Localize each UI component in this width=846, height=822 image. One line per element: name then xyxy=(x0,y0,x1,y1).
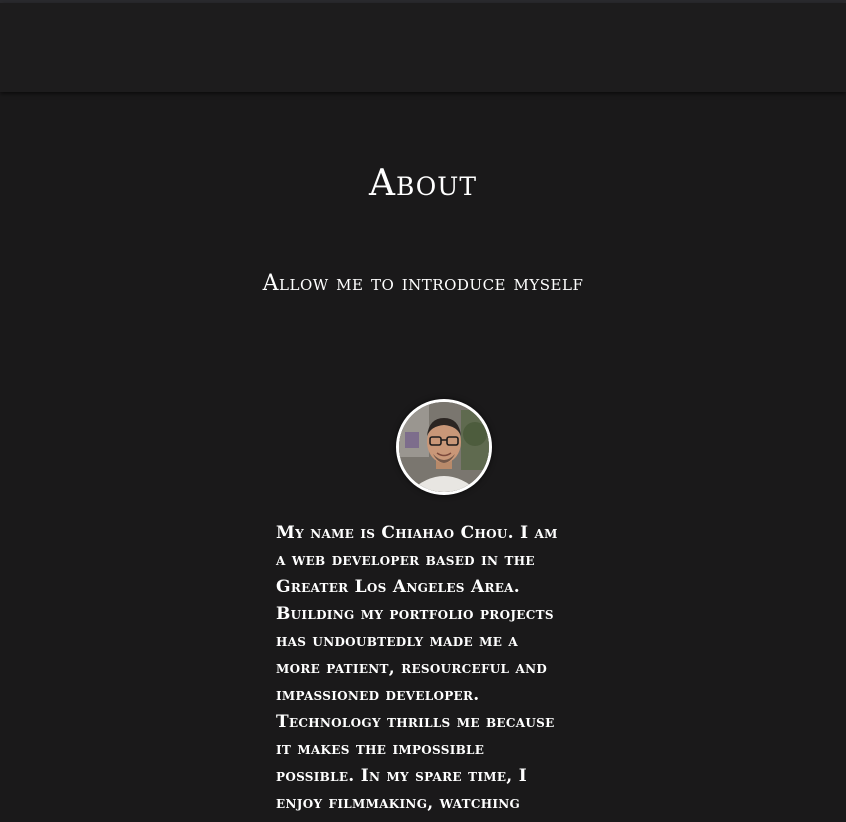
bio-text: My name is Chiahao Chou. I am a web deve… xyxy=(276,520,616,817)
bio-line: Technology thrills me because xyxy=(276,712,555,732)
bio-line: Greater Los Angeles Area. xyxy=(276,577,521,597)
bio-line: a web developer based in the xyxy=(276,550,535,570)
page-subtitle: Allow me to introduce myself xyxy=(262,271,584,296)
bio-line: more patient, resourceful and xyxy=(276,658,548,678)
navbar xyxy=(0,3,846,92)
bio-line: it makes the impossible xyxy=(276,739,485,759)
bio-line: has undoubtedly made me a xyxy=(276,631,518,651)
bio-line: possible. In my spare time, I xyxy=(276,766,527,786)
bio-line: My name is Chiahao Chou. I am xyxy=(276,523,558,543)
bio-line: Building my portfolio projects xyxy=(276,604,554,624)
bio-line: impassioned developer. xyxy=(276,685,480,705)
page-title: About xyxy=(368,163,478,204)
avatar xyxy=(396,399,492,495)
bio-line: enjoy filmmaking, watching xyxy=(276,793,521,813)
profile-photo-icon xyxy=(399,402,489,492)
